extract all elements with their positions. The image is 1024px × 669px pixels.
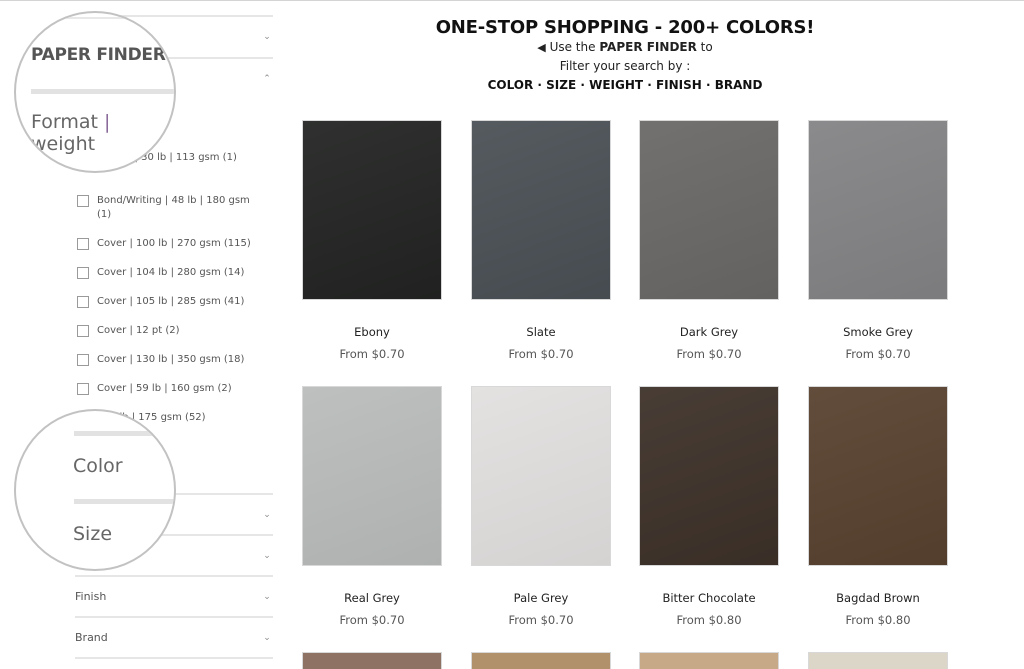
product-name[interactable]: Bagdad Brown — [808, 591, 948, 605]
filter-option-label: Cover | 105 lb | 285 gsm (41) — [97, 296, 245, 307]
checkbox[interactable] — [77, 296, 89, 308]
magnified-format-label: Format — [31, 111, 98, 133]
left-arrow-icon: ◀ — [537, 41, 546, 54]
hint-paper-finder: PAPER FINDER — [599, 40, 697, 54]
magnified-weight-label: weight — [31, 133, 96, 155]
filter-option[interactable]: Bond/Writing | 48 lb | 180 gsm (1) — [77, 194, 257, 222]
filter-option-label: Cover | 130 lb | 350 gsm (18) — [97, 354, 245, 365]
checkbox[interactable] — [77, 354, 89, 366]
magnified-divider — [74, 431, 174, 436]
chevron-down-icon[interactable]: ⌄ — [262, 633, 272, 643]
magnified-size-label: Size — [73, 523, 113, 545]
filter-option-label: Cover | 104 lb | 280 gsm (14) — [97, 267, 245, 278]
product-card[interactable]: Ebony From $0.70 — [302, 120, 442, 361]
magnified-color-label: Color — [73, 455, 123, 477]
filter-option[interactable]: Cover | 130 lb | 350 gsm (18) — [77, 353, 257, 367]
product-swatch-image[interactable] — [471, 386, 611, 566]
magnified-paper-finder-title: PAPER FINDER! — [31, 45, 173, 65]
product-name[interactable]: Slate — [471, 325, 611, 339]
magnified-divider — [31, 89, 174, 94]
product-card[interactable]: Smoke Grey From $0.70 — [808, 120, 948, 361]
filter-categories: COLOR · SIZE · WEIGHT · FINISH · BRAND — [487, 78, 763, 92]
product-name[interactable]: Ebony — [302, 325, 442, 339]
product-swatch-image[interactable] — [471, 652, 611, 669]
product-swatch-image[interactable] — [471, 120, 611, 300]
accordion-finish[interactable]: Finish — [75, 590, 106, 603]
filter-hint: Filter your search by : — [559, 59, 691, 73]
product-card[interactable]: Bagdad Brown From $0.80 — [808, 386, 948, 627]
chevron-down-icon[interactable]: ⌄ — [262, 510, 272, 520]
product-name[interactable]: Smoke Grey — [808, 325, 948, 339]
checkbox[interactable] — [77, 195, 89, 207]
chevron-down-icon[interactable]: ⌄ — [262, 32, 272, 42]
product-swatch-image[interactable] — [808, 652, 948, 669]
filter-option-label: Cover | 12 pt (2) — [97, 325, 180, 336]
filter-option-label: Cover | 59 lb | 160 gsm (2) — [97, 383, 232, 394]
filter-option[interactable]: Cover | 104 lb | 280 gsm (14) — [77, 266, 257, 280]
filter-option[interactable]: Cover | 100 lb | 270 gsm (115) — [77, 237, 257, 251]
product-card[interactable]: Real Grey From $0.70 — [302, 386, 442, 627]
filter-option[interactable]: Cover | 105 lb | 285 gsm (41) — [77, 295, 257, 309]
product-name[interactable]: Dark Grey — [639, 325, 779, 339]
product-card[interactable]: Bitter Chocolate From $0.80 — [639, 386, 779, 627]
product-price: From $0.80 — [845, 613, 911, 627]
product-card[interactable]: Pale Grey From $0.70 — [471, 386, 611, 627]
product-price: From $0.70 — [508, 347, 574, 361]
product-name[interactable]: Real Grey — [302, 591, 442, 605]
product-price: From $0.70 — [676, 347, 742, 361]
product-price: From $0.70 — [845, 347, 911, 361]
hint-text: to — [700, 40, 713, 54]
filter-option[interactable]: Cover | 59 lb | 160 gsm (2) — [77, 382, 257, 396]
main-content: ONE-STOP SHOPPING - 200+ COLORS! ◀ Use t… — [290, 1, 1024, 669]
paper-finder-sidebar: ⌄ ⌃ 24 lb | 90 gsm writing | 30 lb | 113… — [0, 1, 290, 669]
filter-option-label: Cover | 100 lb | 270 gsm (115) — [97, 238, 251, 249]
product-name[interactable]: Bitter Chocolate — [639, 591, 779, 605]
magnified-format-weight: Format | weight — [31, 111, 174, 155]
chevron-down-icon[interactable]: ⌄ — [262, 592, 272, 602]
product-swatch-image[interactable] — [302, 386, 442, 566]
product-swatch-image[interactable] — [639, 652, 779, 669]
checkbox[interactable] — [77, 238, 89, 250]
product-swatch-image[interactable] — [808, 386, 948, 566]
filter-option-label: Bond/Writing | 48 lb | 180 gsm (1) — [97, 195, 250, 220]
hint-text: Use the — [549, 40, 596, 54]
accordion-brand[interactable]: Brand — [75, 631, 108, 644]
filter-option[interactable]: Cover | 12 pt (2) — [77, 324, 257, 338]
paper-finder-hint: ◀ Use the PAPER FINDER to — [290, 40, 960, 54]
magnified-divider — [16, 17, 174, 19]
checkbox[interactable] — [77, 325, 89, 337]
magnifier-callout: Color Size — [14, 409, 176, 571]
product-name[interactable]: Pale Grey — [471, 591, 611, 605]
chevron-down-icon[interactable]: ⌄ — [262, 551, 272, 561]
product-swatch-image[interactable] — [639, 386, 779, 566]
checkbox[interactable] — [77, 383, 89, 395]
product-swatch-image[interactable] — [302, 652, 442, 669]
product-card[interactable]: Slate From $0.70 — [471, 120, 611, 361]
magnified-separator: | — [104, 111, 111, 133]
magnified-divider — [74, 499, 174, 504]
product-swatch-image[interactable] — [302, 120, 442, 300]
accordion-divider — [75, 616, 273, 618]
product-card[interactable]: Dark Grey From $0.70 — [639, 120, 779, 361]
product-price: From $0.70 — [339, 347, 405, 361]
accordion-divider — [75, 657, 273, 659]
product-price: From $0.80 — [676, 613, 742, 627]
magnifier-callout: PAPER FINDER! Format | weight — [14, 11, 176, 173]
checkbox[interactable] — [77, 267, 89, 279]
product-price: From $0.70 — [508, 613, 574, 627]
chevron-up-icon[interactable]: ⌃ — [262, 74, 272, 84]
product-swatch-image[interactable] — [639, 120, 779, 300]
page-headline: ONE-STOP SHOPPING - 200+ COLORS! — [435, 17, 815, 38]
product-swatch-image[interactable] — [808, 120, 948, 300]
accordion-divider — [75, 575, 273, 577]
product-price: From $0.70 — [339, 613, 405, 627]
